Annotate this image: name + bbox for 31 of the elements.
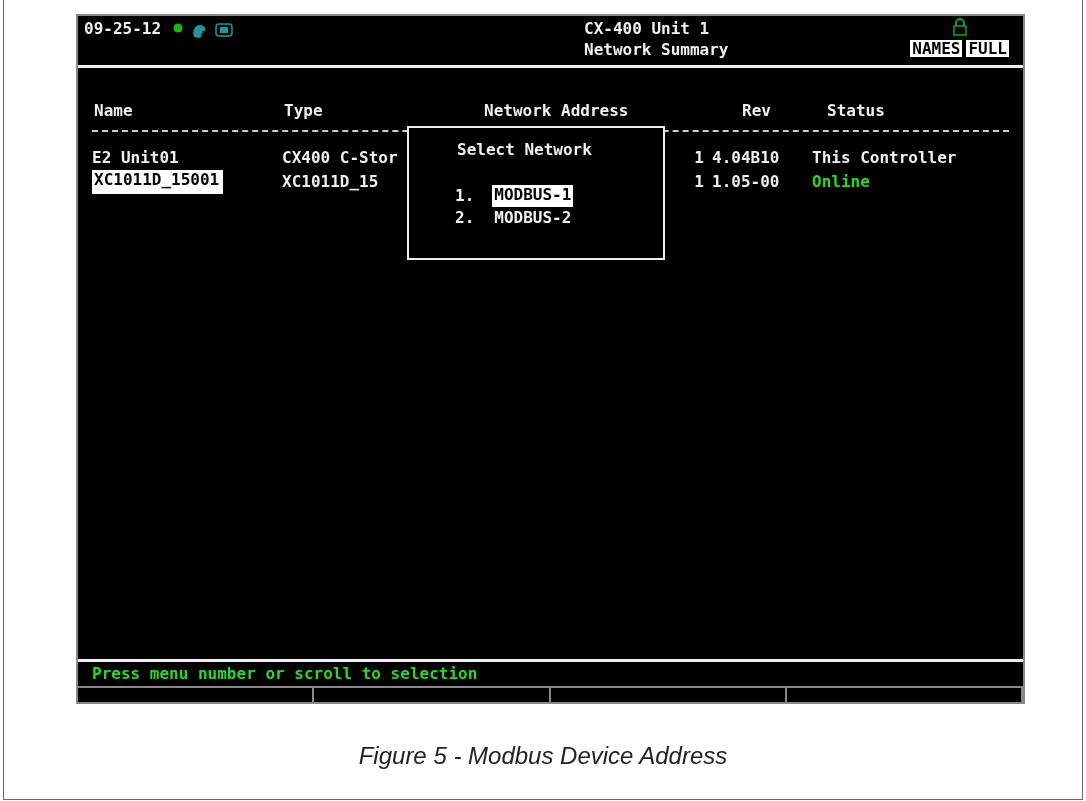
table-cell-text: XC1011D_15 (282, 171, 379, 193)
menu-option[interactable]: MODBUS-1 (492, 185, 574, 207)
mode-badge: FULL (966, 40, 1009, 57)
screen-subtitle: Network Summary (584, 39, 729, 60)
menu-option[interactable]: MODBUS-2 (492, 207, 574, 229)
mode-badge: NAMES (910, 40, 963, 57)
table-cell-text: 1 (694, 147, 705, 169)
dialog-title: Select Network (457, 140, 593, 159)
device-name[interactable]: XC1011D_15001 (92, 170, 224, 194)
table-cell-text: 1 (694, 171, 705, 193)
tm-badge-icon (215, 23, 234, 37)
column-header: Type (283, 100, 324, 122)
status-bar: Press menu number or scroll to selection (78, 659, 1023, 688)
column-header: Status (826, 100, 886, 122)
table-cell-text: CX400 C-Stor (282, 147, 398, 169)
figure-caption: Figure 5 - Modbus Device Address (357, 742, 729, 770)
option-number: 1. (455, 185, 475, 207)
head-icon (191, 23, 208, 39)
table-cell-text: 4.04B10 (712, 147, 780, 169)
lock-icon (953, 18, 967, 36)
status-text: Online (812, 171, 870, 193)
column-header: Network Address (483, 100, 630, 122)
device-name[interactable]: E2 Unit01 (92, 146, 179, 170)
date-label: 09-25-12 (84, 20, 162, 38)
column-header: Rev (741, 100, 772, 122)
table-cell-text: 1.05-00 (712, 171, 780, 193)
status-text: This Controller (812, 147, 957, 169)
status-dot-icon (173, 23, 184, 33)
screen-title: CX-400 Unit 1 (584, 18, 710, 39)
column-header: Name (93, 100, 134, 122)
option-number: 2. (455, 207, 475, 229)
